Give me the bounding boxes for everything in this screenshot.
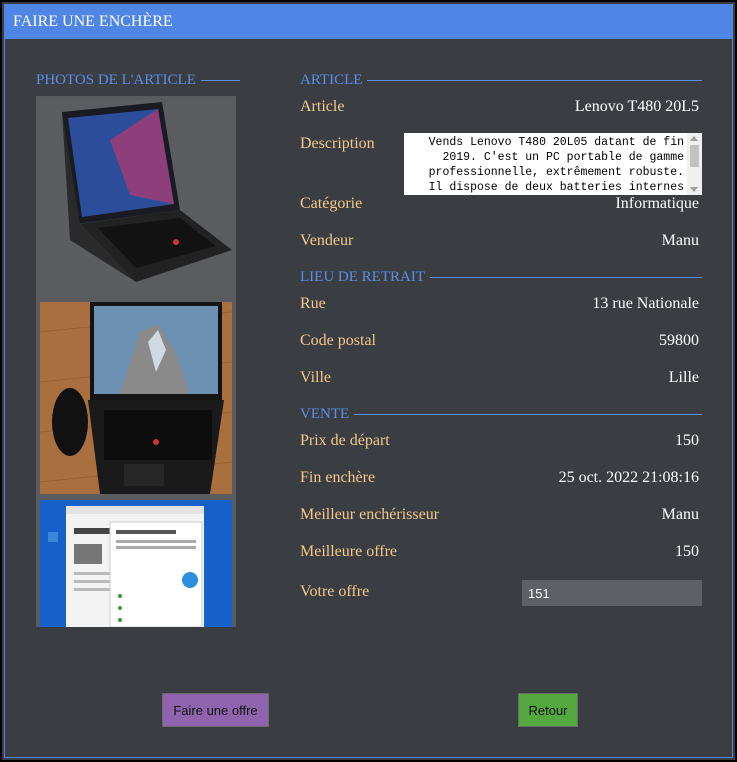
photos-legend: PHOTOS DE L'ARTICLE bbox=[36, 70, 240, 90]
city-value: Lille bbox=[668, 369, 699, 386]
back-button[interactable]: Retour bbox=[518, 693, 578, 727]
best-offer-value: 150 bbox=[675, 543, 699, 560]
photos-legend-label: PHOTOS DE L'ARTICLE bbox=[36, 71, 196, 88]
section-pickup: LIEU DE RETRAIT bbox=[300, 267, 702, 287]
description-scrollbar[interactable] bbox=[687, 133, 702, 195]
photos-panel bbox=[36, 96, 236, 627]
seller-value: Manu bbox=[661, 232, 699, 249]
auction-window: FAIRE UNE ENCHÈRE PHOTOS DE L'ARTICLE AR… bbox=[0, 0, 737, 762]
section-divider bbox=[367, 79, 702, 81]
article-label: Article bbox=[300, 98, 345, 115]
photo-screen-3[interactable] bbox=[40, 500, 232, 627]
street-label: Rue bbox=[300, 295, 326, 312]
section-pickup-title: LIEU DE RETRAIT bbox=[300, 268, 425, 285]
start-price-label: Prix de départ bbox=[300, 432, 390, 449]
section-divider bbox=[429, 276, 702, 278]
city-label: Ville bbox=[300, 369, 332, 386]
description-textarea[interactable]: Vends Lenovo T480 20L05 datant de fin 20… bbox=[404, 133, 702, 195]
section-article: ARTICLE bbox=[300, 70, 702, 90]
photo-laptop-2[interactable] bbox=[40, 302, 232, 494]
scroll-down-icon[interactable] bbox=[690, 187, 698, 192]
legend-divider bbox=[200, 79, 240, 81]
section-sale-title: VENTE bbox=[300, 405, 350, 422]
scroll-thumb[interactable] bbox=[690, 145, 699, 167]
scroll-up-icon[interactable] bbox=[690, 136, 698, 141]
street-value: 13 rue Nationale bbox=[592, 295, 699, 312]
postal-code-value: 59800 bbox=[659, 332, 699, 349]
make-offer-button[interactable]: Faire une offre bbox=[162, 693, 269, 727]
description-text: Vends Lenovo T480 20L05 datant de fin 20… bbox=[428, 136, 684, 194]
section-divider bbox=[354, 413, 702, 415]
your-offer-input[interactable] bbox=[522, 580, 702, 606]
photo-laptop-1[interactable] bbox=[40, 100, 232, 296]
best-offer-label: Meilleure offre bbox=[300, 543, 397, 560]
best-bidder-value: Manu bbox=[661, 506, 699, 523]
article-value: Lenovo T480 20L5 bbox=[574, 98, 699, 115]
category-value: Informatique bbox=[615, 195, 699, 212]
section-sale: VENTE bbox=[300, 404, 702, 424]
your-offer-label: Votre offre bbox=[300, 583, 370, 600]
window-title: FAIRE UNE ENCHÈRE bbox=[5, 5, 732, 39]
best-bidder-label: Meilleur enchérisseur bbox=[300, 506, 440, 523]
postal-code-label: Code postal bbox=[300, 332, 376, 349]
auction-end-value: 25 oct. 2022 21:08:16 bbox=[558, 469, 699, 486]
description-label: Description bbox=[300, 135, 375, 152]
category-label: Catégorie bbox=[300, 195, 363, 212]
section-article-title: ARTICLE bbox=[300, 71, 363, 88]
start-price-value: 150 bbox=[675, 432, 699, 449]
seller-label: Vendeur bbox=[300, 232, 354, 249]
auction-end-label: Fin enchère bbox=[300, 469, 376, 486]
